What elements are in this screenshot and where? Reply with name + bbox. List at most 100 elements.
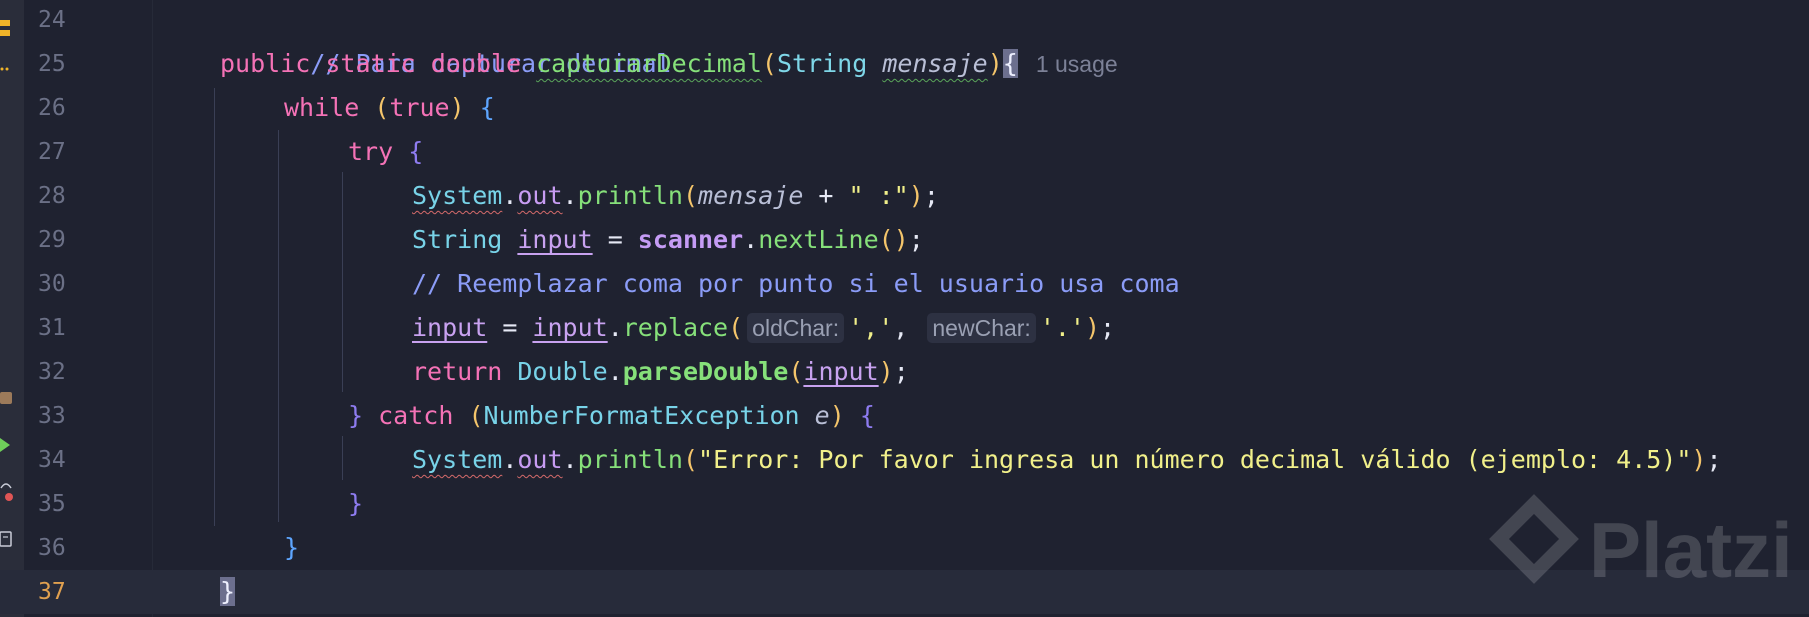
line-number: 30 [38,271,66,297]
operator-assign: = [592,225,638,254]
variable-input: input [803,357,879,386]
keyword-try: try [348,137,394,166]
operator-assign: = [487,313,533,342]
code-editor[interactable]: 24 // Para capturar decimal 25 public st… [0,0,1809,617]
line-number: 37 [38,579,66,605]
code-line-27[interactable]: 27 try { [0,130,1809,174]
paren: ) [878,357,894,386]
paren: ) [1691,445,1707,474]
keyword-catch: catch [378,401,454,430]
param-hint-oldchar: oldChar: [747,313,845,343]
variable-input: input [517,225,593,254]
brace: { [859,401,875,430]
dot: . [502,445,518,474]
comma: , [893,313,909,342]
code-line-28[interactable]: 28 System.out.println(mensaje + " :"); [0,174,1809,218]
semicolon: ; [893,357,909,386]
method-name: capturarDecimal [536,49,762,78]
semicolon: ; [908,225,924,254]
method-parsedouble: parseDouble [622,357,789,386]
line-number: 35 [38,491,66,517]
paren: ( [761,49,777,78]
paren: ) [449,93,465,122]
line-number: 31 [38,315,66,341]
method-nextline: nextLine [758,225,879,254]
paren: ( [682,445,699,474]
paren: ( [468,401,484,430]
semicolon: ; [923,181,939,210]
line-number: 28 [38,183,66,209]
operator-plus: + [803,181,849,210]
brace: } [348,401,364,430]
char-literal: '.' [1039,313,1085,342]
paren: ) [829,401,845,430]
variable-input: input [532,313,608,342]
dot: . [607,357,623,386]
keyword-return: return [412,357,503,386]
param-hint-newchar: newChar: [927,313,1036,343]
platzi-logo-icon [1489,494,1579,584]
string-literal: "Error: Por favor ingresa un número deci… [698,445,1692,474]
paren: ( [682,181,699,210]
paren: ) [908,181,924,210]
parameter-mensaje: mensaje [698,181,804,210]
field-out: out [517,445,563,474]
code-line-25[interactable]: 25 public static double capturarDecimal(… [0,42,1809,86]
code-line-30[interactable]: 30 // Reemplazar coma por punto si el us… [0,262,1809,306]
code-line-33[interactable]: 33 } catch (NumberFormatException e) { [0,394,1809,438]
line-number: 33 [38,403,66,429]
brace: } [284,533,300,562]
keyword-static: static [325,49,416,78]
method-println: println [577,445,683,474]
code-line-31[interactable]: 31 input = input.replace(oldChar: ',', ne… [0,306,1809,350]
paren: ( [374,93,390,122]
class-system: System [412,181,503,210]
line-number: 27 [38,139,66,165]
code-line-26[interactable]: 26 while (true) { [0,86,1809,130]
type-string: String [412,225,503,254]
watermark-text: Platzi [1589,506,1789,594]
parameter-mensaje: mensaje [882,49,988,78]
keyword-double: double [430,49,522,78]
line-number: 29 [38,227,66,253]
brace-matched-caret: } [220,577,236,606]
method-replace: replace [622,313,729,342]
paren: ) [987,49,1003,78]
class-system: System [412,445,503,474]
variable-input: input [412,313,488,342]
class-numberformatexception: NumberFormatException [483,401,800,430]
line-number: 34 [38,447,66,473]
platzi-watermark: Platzi [1489,494,1789,594]
type-string: String [776,49,868,78]
brace: { [479,93,495,122]
semicolon: ; [1706,445,1722,474]
line-number: 26 [38,95,66,121]
semicolon: ; [1100,313,1116,342]
paren: ( [788,357,804,386]
brace-matched: { [1002,49,1018,78]
paren: ) [1084,313,1101,342]
dot: . [743,225,759,254]
brace: } [348,489,364,518]
variable-e: e [814,401,830,430]
code-line-32[interactable]: 32 return Double.parseDouble(input); [0,350,1809,394]
char-literal: ',' [848,313,894,342]
code-line-24[interactable]: 24 // Para capturar decimal [0,0,1809,78]
dot: . [607,313,623,342]
code-line-34[interactable]: 34 System.out.println("Error: Por favor … [0,438,1809,482]
dot: . [562,181,578,210]
brace: { [408,137,424,166]
keyword-while: while [284,93,360,122]
line-number: 36 [38,535,66,561]
paren: ( [728,313,744,342]
dot: . [502,181,518,210]
keyword-public: public [220,49,311,78]
dot: . [562,445,578,474]
line-number: 24 [38,7,66,33]
field-out: out [517,181,563,210]
usage-hint[interactable]: 1 usage [1036,51,1118,77]
line-number: 25 [38,51,66,77]
string-literal: " :" [848,181,909,210]
parens: () [878,225,909,254]
code-line-29[interactable]: 29 String input = scanner.nextLine(); [0,218,1809,262]
